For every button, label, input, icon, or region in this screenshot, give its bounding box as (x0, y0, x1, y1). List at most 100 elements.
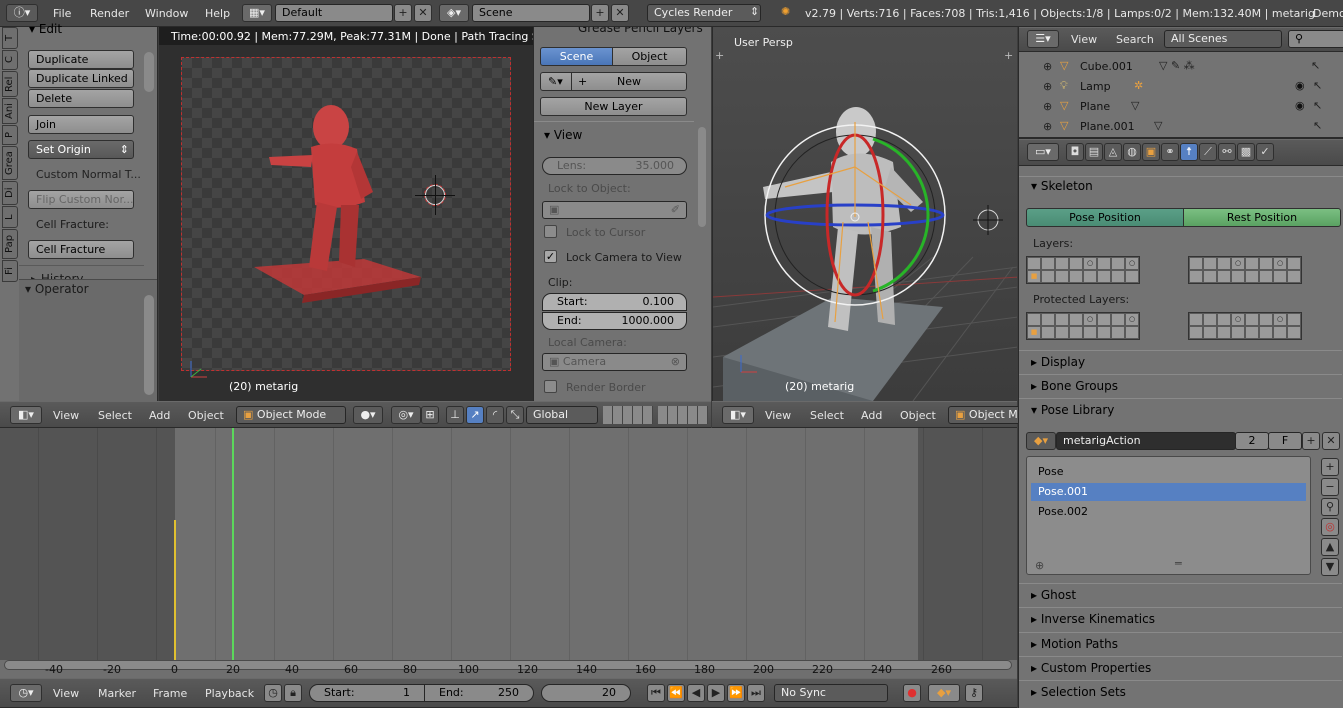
menu-help[interactable]: Help (205, 7, 230, 20)
render-tab-icon[interactable]: ◘ (1066, 143, 1084, 161)
visibility-eye-icon[interactable]: ◉ (1295, 99, 1305, 112)
layer-buttons-2[interactable] (658, 406, 708, 424)
close-scene-icon[interactable]: ✕ (611, 4, 629, 22)
sync-select[interactable]: No Sync (774, 684, 888, 702)
add-action-icon[interactable]: + (1302, 432, 1320, 450)
render-viewport[interactable]: Time:00:00.92 | Mem:77.29M, Peak:77.31M … (159, 27, 533, 401)
menu-add[interactable]: Add (861, 409, 882, 422)
current-frame-field[interactable]: 20 (541, 684, 631, 702)
tab-display[interactable]: Di (2, 181, 18, 205)
scene-tab-icon[interactable]: ◬ (1104, 143, 1122, 161)
shading-icon[interactable]: ●▾ (353, 406, 383, 424)
select-arrow-icon[interactable]: ↖ (1313, 119, 1322, 132)
timeline-menu-frame[interactable]: Frame (153, 687, 187, 700)
current-frame-cursor[interactable] (232, 428, 234, 660)
bone-constraint-tab-icon[interactable]: ⚯ (1218, 143, 1236, 161)
timeline-scrollbar[interactable] (4, 660, 1012, 670)
move-up-icon[interactable]: ▲ (1321, 538, 1339, 556)
outliner-row[interactable]: ⊕ ▽ Cube.001 ▽ ✎ ⁂ ↖ (1019, 57, 1343, 77)
selection-sets-panel-header[interactable]: ▸ Selection Sets (1019, 680, 1342, 702)
lock-camera-checkbox[interactable]: ✓ (544, 250, 557, 263)
texture-tab-icon[interactable]: ▩ (1237, 143, 1255, 161)
add-layout-icon[interactable]: + (394, 4, 412, 22)
object-tab[interactable]: Object (612, 47, 687, 66)
outliner-search-menu[interactable]: Search (1116, 33, 1154, 46)
add-pose-icon[interactable]: + (1321, 458, 1339, 476)
menu-view[interactable]: View (765, 409, 791, 422)
outliner-row[interactable]: ⊕ ▽ Plane ▽ ◉ ↖ (1019, 97, 1343, 117)
scale-icon[interactable]: ⤡ (506, 406, 524, 424)
start-frame-field[interactable]: Start: 1 (309, 684, 425, 702)
skeleton-panel-header[interactable]: ▾ Skeleton (1031, 179, 1093, 193)
n-panel-scrollbar[interactable] (698, 127, 706, 227)
menu-window[interactable]: Window (145, 7, 188, 20)
motion-paths-panel-header[interactable]: ▸ Motion Paths (1019, 632, 1342, 654)
grease-pencil-header[interactable]: Grease Pencil Layers (578, 27, 703, 35)
add-scene-icon[interactable]: + (591, 4, 609, 22)
menu-object[interactable]: Object (900, 409, 936, 422)
pose-list-item[interactable]: Pose (1031, 463, 1306, 481)
action-icon[interactable]: ◆▾ (1026, 432, 1056, 450)
pose-library-panel-header[interactable]: ▾ Pose Library (1019, 398, 1342, 420)
select-arrow-icon[interactable]: ↖ (1313, 79, 1322, 92)
local-camera-field[interactable]: ▣ Camera ⊗ (542, 353, 687, 371)
next-keyframe-icon[interactable]: ⏩ (727, 684, 745, 702)
outliner-item-lamp[interactable]: Lamp (1080, 80, 1111, 93)
render-border-checkbox[interactable] (544, 380, 557, 393)
duplicate-button[interactable]: Duplicate (28, 50, 134, 69)
jump-end-icon[interactable]: ⏭ (747, 684, 765, 702)
jump-start-icon[interactable]: ⏮ (647, 684, 665, 702)
editor-type-icon[interactable]: ◧▾ (10, 406, 42, 424)
scene-filter-select[interactable]: All Scenes (1164, 30, 1282, 48)
new-button[interactable]: + New (571, 72, 687, 91)
corner-plus-right-icon[interactable]: + (1004, 49, 1013, 62)
edit-panel-header[interactable]: ▾ Edit (29, 22, 62, 36)
bone-tab-icon[interactable]: ⟋ (1199, 143, 1217, 161)
timeline[interactable] (0, 428, 1017, 678)
duplicate-linked-button[interactable]: Duplicate Linked (28, 69, 134, 88)
protected-layers-2[interactable]: ○ ○ (1188, 312, 1302, 340)
clip-end-field[interactable]: End: 1000.000 (542, 312, 687, 330)
play-reverse-icon[interactable]: ◀ (687, 684, 705, 702)
sanitize-pose-icon[interactable]: ◎ (1321, 518, 1339, 536)
lock-cursor-checkbox[interactable] (544, 225, 557, 238)
tab-fi[interactable]: Fi (2, 260, 18, 282)
mode-select[interactable]: ▣ Object Mode (236, 406, 346, 424)
timeline-type-icon[interactable]: ◷▾ (10, 684, 42, 702)
outliner-item-cube001[interactable]: Cube.001 (1080, 60, 1133, 73)
join-button[interactable]: Join (28, 115, 134, 134)
manipulator-icon[interactable]: ⊥ (446, 406, 464, 424)
cell-fracture-button[interactable]: Cell Fracture (28, 240, 134, 259)
pose-list-item-selected[interactable]: Pose.001 (1031, 483, 1306, 501)
rotate-icon[interactable]: ◜ (486, 406, 504, 424)
object-tab-icon[interactable]: ▣ (1142, 143, 1160, 161)
tab-l[interactable]: L (2, 206, 18, 228)
pose-position-button[interactable]: Pose Position (1026, 208, 1184, 227)
eyedropper-icon[interactable]: ✐ (671, 202, 680, 218)
set-origin-select[interactable]: Set Origin ⇕ (28, 140, 134, 159)
list-resize-handle[interactable]: ═ (1175, 557, 1182, 570)
tab-tools[interactable]: T (2, 27, 18, 49)
pose-list-item[interactable]: Pose.002 (1031, 503, 1306, 521)
select-arrow-icon[interactable]: ↖ (1311, 59, 1320, 72)
tab-relations[interactable]: Rel (2, 71, 18, 97)
new-layer-button[interactable]: New Layer (540, 97, 687, 116)
world-tab-icon[interactable]: ◍ (1123, 143, 1141, 161)
flip-custom-button[interactable]: Flip Custom Nor... (28, 190, 134, 209)
timeline-menu-playback[interactable]: Playback (205, 687, 254, 700)
fake-user-button[interactable]: F (1268, 432, 1302, 450)
end-frame-field[interactable]: End: 250 (424, 684, 534, 702)
lens-field[interactable]: Lens: 35.000 (542, 157, 687, 175)
keying-set-icon[interactable]: ◆▾ (928, 684, 960, 702)
outliner-item-plane[interactable]: Plane (1080, 100, 1110, 113)
editor-type-icon[interactable]: ◧▾ (722, 406, 754, 424)
layout-field[interactable]: Default (275, 4, 393, 22)
menu-select[interactable]: Select (810, 409, 844, 422)
menu-view[interactable]: View (53, 409, 79, 422)
outliner-search-input[interactable]: ⚲ (1288, 30, 1343, 48)
menu-add[interactable]: Add (149, 409, 170, 422)
play-icon[interactable]: ▶ (707, 684, 725, 702)
scene-icon[interactable]: ◈▾ (439, 4, 469, 22)
tab-animation[interactable]: Ani (2, 98, 18, 124)
snap-icon[interactable]: ⊞ (421, 406, 439, 424)
